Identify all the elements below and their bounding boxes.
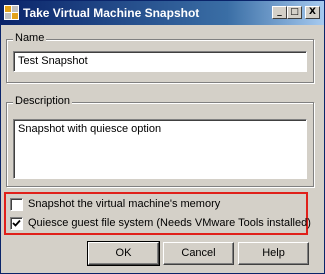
name-group: Name Test Snapshot xyxy=(6,32,314,83)
snapshot-description-value: Snapshot with quiesce option xyxy=(18,123,162,135)
minimize-button[interactable]: _ xyxy=(272,6,287,19)
minimize-icon: _ xyxy=(277,7,282,17)
quiesce-checkbox[interactable] xyxy=(10,217,23,230)
quiesce-option-label[interactable]: Quiesce guest file system (Needs VMware … xyxy=(28,217,311,229)
description-legend: Description xyxy=(13,95,73,107)
maximize-icon: □ xyxy=(290,7,299,17)
checkmark-icon xyxy=(12,219,21,227)
snapshot-name-value: Test Snapshot xyxy=(18,55,88,67)
memory-checkbox[interactable] xyxy=(10,198,23,211)
close-icon: X xyxy=(309,7,316,17)
cancel-button[interactable]: Cancel xyxy=(163,242,234,265)
snapshot-dialog: Take Virtual Machine Snapshot _ □ X Name… xyxy=(0,0,325,274)
maximize-button[interactable]: □ xyxy=(287,6,302,19)
close-button[interactable]: X xyxy=(305,6,320,19)
snapshot-description-textarea[interactable]: Snapshot with quiesce option xyxy=(13,119,307,179)
memory-option-label[interactable]: Snapshot the virtual machine's memory xyxy=(28,198,220,210)
name-legend: Name xyxy=(13,32,47,44)
window-title: Take Virtual Machine Snapshot xyxy=(23,6,200,20)
vmware-logo-icon xyxy=(4,5,19,20)
ok-button[interactable]: OK xyxy=(87,241,160,266)
snapshot-name-input[interactable]: Test Snapshot xyxy=(13,51,307,72)
title-bar[interactable]: Take Virtual Machine Snapshot _ □ X xyxy=(1,1,324,25)
description-group: Description Snapshot with quiesce option xyxy=(6,95,314,187)
help-button[interactable]: Help xyxy=(238,242,309,265)
